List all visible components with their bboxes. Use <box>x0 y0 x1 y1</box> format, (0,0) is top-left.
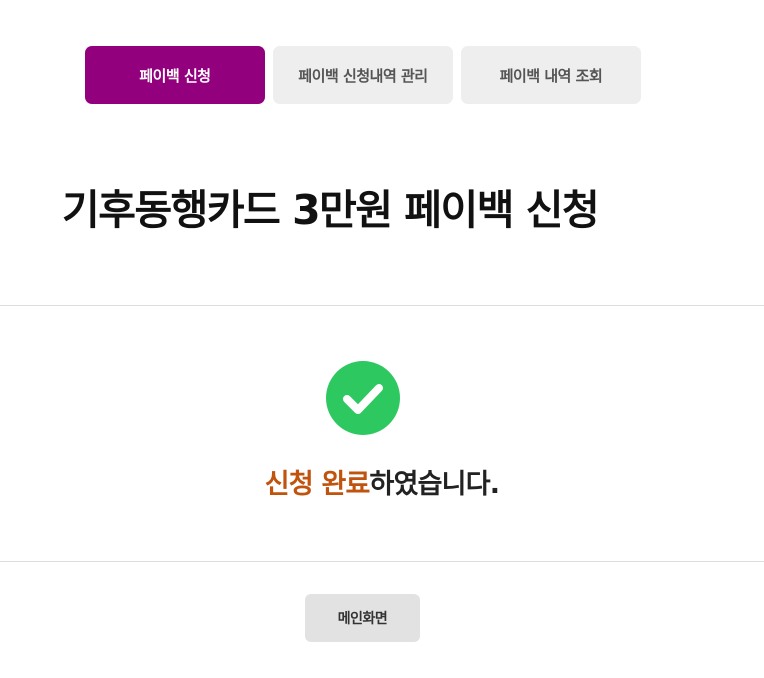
divider-bottom <box>0 561 764 562</box>
payback-result-page: 페이백 신청 페이백 신청내역 관리 페이백 내역 조회 기후동행카드 3만원 … <box>0 0 764 678</box>
page-title: 기후동행카드 3만원 페이백 신청 <box>62 186 600 234</box>
tab-payback-apply[interactable]: 페이백 신청 <box>85 46 265 104</box>
main-screen-button[interactable]: 메인화면 <box>305 594 420 642</box>
result-message: 신청 완료하였습니다. <box>0 462 764 501</box>
result-suffix: 하였습니다. <box>369 469 500 500</box>
result-highlight: 신청 완료 <box>264 469 371 500</box>
divider-top <box>0 305 764 306</box>
tab-bar: 페이백 신청 페이백 신청내역 관리 페이백 내역 조회 <box>85 46 641 104</box>
tab-payback-history[interactable]: 페이백 내역 조회 <box>461 46 641 104</box>
check-circle-icon <box>326 361 400 435</box>
tab-payback-application-management[interactable]: 페이백 신청내역 관리 <box>273 46 453 104</box>
